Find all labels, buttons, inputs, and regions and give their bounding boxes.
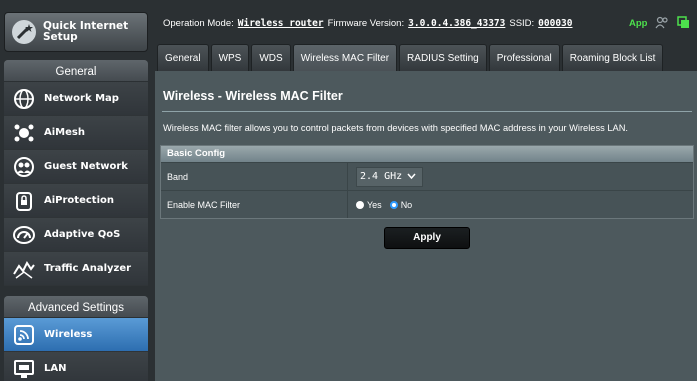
tab-bar: General WPS WDS Wireless MAC Filter RADI…: [157, 44, 665, 71]
guest-network-icon: [12, 155, 36, 179]
sidebar-item-wireless[interactable]: Wireless: [4, 318, 148, 352]
table-row: Enable MAC Filter Yes No: [161, 190, 693, 218]
sidebar-item-label: Guest Network: [44, 161, 128, 172]
qis-label: Quick Internet Setup: [43, 20, 129, 43]
general-header: General: [4, 60, 148, 82]
ssid-link[interactable]: 000030: [538, 18, 572, 29]
sidebar: Quick Internet Setup General Network Map…: [0, 0, 155, 381]
band-value: 2.4 GHz: [360, 171, 403, 182]
sidebar-item-label: Network Map: [44, 93, 119, 104]
band-select[interactable]: 2.4 GHz: [356, 166, 424, 187]
table-row: Band 2.4 GHz: [161, 162, 693, 190]
wireless-icon: [12, 323, 36, 347]
app-link[interactable]: App: [629, 18, 647, 29]
sidebar-item-label: Adaptive QoS: [44, 229, 121, 240]
sidebar-item-guest-network[interactable]: Guest Network: [4, 150, 148, 184]
sidebar-item-traffic-analyzer[interactable]: Traffic Analyzer: [4, 252, 148, 286]
chevron-down-icon: [407, 171, 416, 182]
page-description: Wireless MAC filter allows you to contro…: [163, 123, 628, 133]
basic-config-table: Basic Config Band 2.4 GHz Enable MAC Fil…: [160, 145, 694, 219]
enable-mac-filter-label: Enable MAC Filter: [161, 191, 348, 218]
tab-wds[interactable]: WDS: [251, 44, 291, 71]
adaptive-qos-icon: [12, 223, 36, 247]
status-bar: Operation Mode: Wireless router Firmware…: [155, 8, 697, 38]
users-icon[interactable]: [655, 16, 669, 32]
op-mode-label: Operation Mode:: [163, 17, 234, 29]
lan-icon: [12, 357, 36, 381]
op-mode-link[interactable]: Wireless router: [238, 18, 324, 29]
tab-roaming-block-list[interactable]: Roaming Block List: [561, 44, 664, 71]
title-divider: [162, 111, 692, 112]
aimesh-icon: [12, 121, 36, 145]
sidebar-item-label: LAN: [44, 363, 67, 374]
firmware-label: Firmware Version:: [327, 17, 405, 29]
page-title: Wireless - Wireless MAC Filter: [163, 89, 343, 103]
tab-radius-setting[interactable]: RADIUS Setting: [399, 44, 487, 71]
sidebar-item-lan[interactable]: LAN: [4, 352, 148, 381]
network-map-icon: [12, 87, 36, 111]
copy-icon[interactable]: [677, 16, 690, 32]
wand-icon: [11, 18, 37, 46]
sidebar-item-label: AiMesh: [44, 127, 85, 138]
advanced-menu: Advanced Settings Wireless LAN: [4, 296, 148, 381]
advanced-header: Advanced Settings: [4, 296, 148, 318]
basic-config-header: Basic Config: [161, 146, 693, 162]
quick-internet-setup-button[interactable]: Quick Internet Setup: [4, 12, 148, 52]
tab-general[interactable]: General: [157, 44, 209, 71]
radio-no[interactable]: No: [389, 199, 413, 210]
band-label: Band: [161, 163, 348, 190]
aiprotection-icon: [12, 189, 36, 213]
sidebar-item-aiprotection[interactable]: AiProtection: [4, 184, 148, 218]
radio-no-label: No: [400, 199, 413, 210]
tab-professional[interactable]: Professional: [488, 44, 560, 71]
sidebar-item-label: Wireless: [44, 329, 93, 340]
traffic-analyzer-icon: [12, 257, 36, 281]
tab-wireless-mac-filter[interactable]: Wireless MAC Filter: [292, 44, 398, 71]
sidebar-item-label: AiProtection: [44, 195, 114, 206]
sidebar-item-network-map[interactable]: Network Map: [4, 82, 148, 116]
radio-checked-icon: [389, 200, 398, 209]
general-menu: General Network Map AiMesh Guest Network…: [4, 60, 148, 286]
tab-wps[interactable]: WPS: [210, 44, 250, 71]
sidebar-item-aimesh[interactable]: AiMesh: [4, 116, 148, 150]
sidebar-item-adaptive-qos[interactable]: Adaptive QoS: [4, 218, 148, 252]
radio-unchecked-icon: [356, 200, 364, 209]
radio-yes-label: Yes: [367, 199, 382, 210]
content-panel: Wireless - Wireless MAC Filter Wireless …: [155, 71, 697, 381]
apply-button[interactable]: Apply: [384, 227, 470, 249]
radio-yes[interactable]: Yes: [356, 200, 382, 210]
sidebar-item-label: Traffic Analyzer: [44, 263, 132, 274]
ssid-label: SSID:: [509, 17, 535, 29]
firmware-link[interactable]: 3.0.0.4.386_43373: [408, 18, 505, 29]
